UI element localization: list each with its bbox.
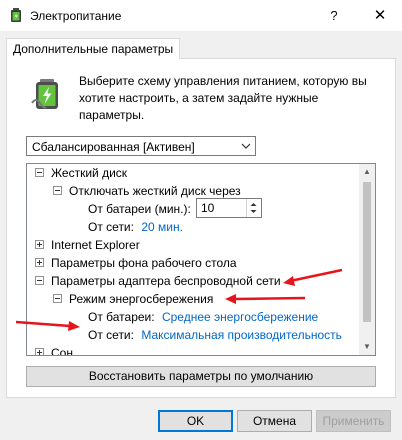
title-bar: Электропитание ? ✕ (0, 0, 402, 31)
scroll-up-icon[interactable]: ▲ (359, 164, 375, 180)
tree-item-label: От батареи: (88, 310, 155, 324)
instructions-text: Выберите схему управления питанием, кото… (79, 74, 367, 122)
power-scheme-select[interactable]: Сбалансированная [Активен] (26, 136, 256, 156)
tree-item-label: От сети: (88, 328, 134, 342)
tree-item-on-battery-minutes[interactable]: От батареи (мин.): (88, 200, 191, 218)
scrollbar-thumb[interactable] (363, 182, 371, 322)
chevron-down-icon (241, 143, 251, 149)
tree-item-label: От батареи (мин.): (88, 202, 191, 216)
collapse-icon[interactable] (35, 168, 44, 177)
expand-icon[interactable] (35, 348, 44, 355)
collapse-icon[interactable] (53, 294, 62, 303)
tree-item-label: Режим энергосбережения (69, 292, 214, 306)
collapse-icon[interactable] (35, 276, 44, 285)
expand-icon[interactable] (35, 240, 44, 249)
spin-buttons[interactable] (246, 199, 261, 217)
tree-item-value[interactable]: Максимальная производительность (141, 328, 342, 342)
tree-item-label: От сети: (88, 220, 134, 234)
tree-item-label: Параметры фона рабочего стола (51, 256, 237, 270)
collapse-icon[interactable] (53, 186, 62, 195)
scroll-down-icon[interactable]: ▼ (359, 339, 375, 355)
tree-item-label: Жесткий диск (51, 166, 128, 180)
battery-icon (11, 8, 21, 22)
help-button[interactable]: ? (320, 4, 348, 28)
settings-tree[interactable]: Жесткий диск Отключать жесткий диск чере… (26, 163, 376, 356)
tab-advanced-settings[interactable]: Дополнительные параметры (6, 38, 181, 59)
tree-item-on-battery[interactable]: От батареи: Среднее энергосбережение (88, 308, 318, 326)
vertical-scrollbar[interactable]: ▲ ▼ (359, 164, 375, 355)
expand-icon[interactable] (35, 258, 44, 267)
restore-defaults-button[interactable]: Восстановить параметры по умолчанию (26, 366, 376, 387)
tree-item-label: Internet Explorer (51, 238, 140, 252)
tree-item-value[interactable]: Среднее энергосбережение (162, 310, 318, 324)
cancel-button[interactable]: Отмена (237, 410, 312, 432)
apply-button[interactable]: Применить (316, 410, 391, 432)
close-button[interactable]: ✕ (362, 4, 398, 28)
tree-item-label: Сон (51, 346, 73, 356)
spin-arrows-icon[interactable] (247, 199, 260, 217)
tree-item-label: Параметры адаптера беспроводной сети (51, 274, 281, 288)
tree-item-plugged-in-wireless[interactable]: От сети: Максимальная производительность (88, 326, 342, 344)
minutes-value: 10 (201, 201, 215, 215)
window-title: Электропитание (30, 9, 122, 23)
minutes-spinbox[interactable]: 10 (196, 198, 262, 218)
tree-item-value[interactable]: 20 мин. (141, 220, 183, 234)
power-scheme-value: Сбалансированная [Активен] (32, 140, 195, 154)
power-plan-icon (31, 79, 58, 109)
ok-button[interactable]: OK (158, 410, 233, 432)
tree-item-plugged-in[interactable]: От сети: 20 мин. (88, 218, 183, 236)
